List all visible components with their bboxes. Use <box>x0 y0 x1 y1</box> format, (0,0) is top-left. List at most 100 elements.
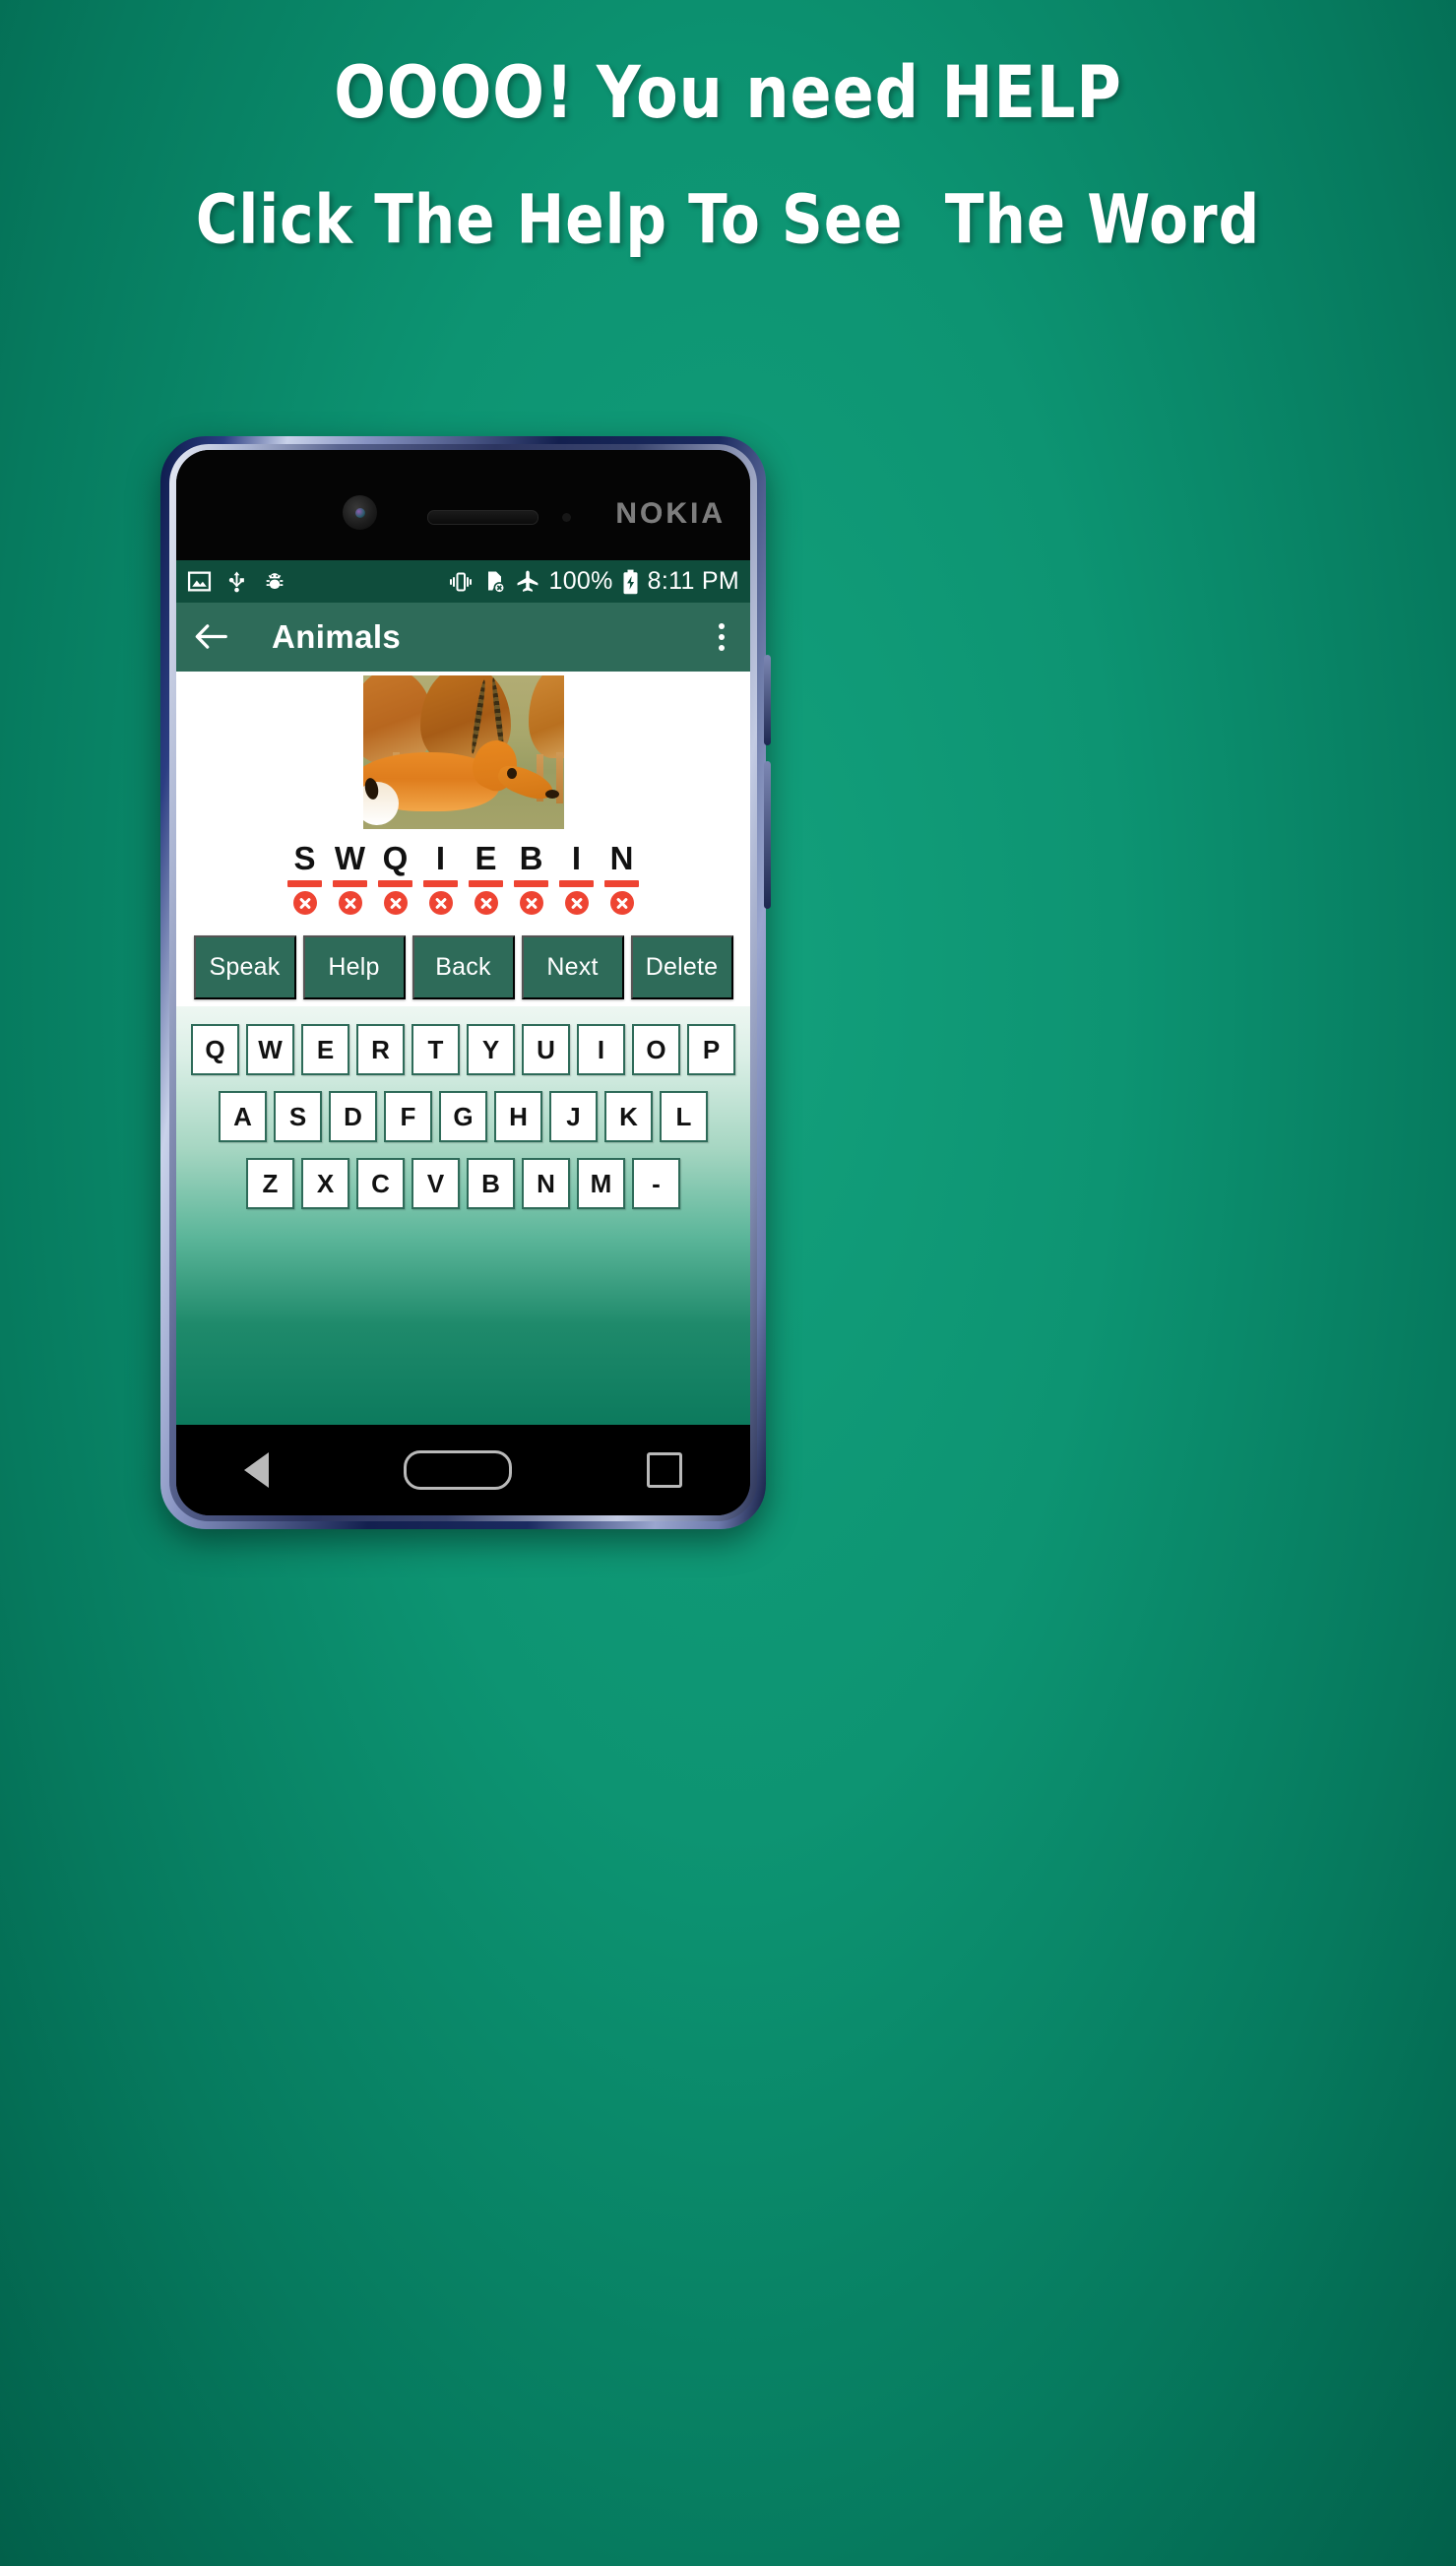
keyboard-row-1: Q W E R T Y U I O P <box>176 1024 750 1075</box>
phone-power-button <box>764 761 771 909</box>
key-u[interactable]: U <box>522 1024 570 1075</box>
overflow-dot <box>719 645 725 651</box>
key-j[interactable]: J <box>549 1091 598 1142</box>
key-n[interactable]: N <box>522 1158 570 1209</box>
vibrate-icon <box>448 570 474 594</box>
letter-character: N <box>609 840 634 876</box>
key-w[interactable]: W <box>246 1024 294 1075</box>
phone-screen: 100% 8:11 PM Animals S W Q I E B I N Spe… <box>176 560 750 1425</box>
word-letters-row: S W Q I E B I N <box>176 841 750 915</box>
key-h[interactable]: H <box>494 1091 542 1142</box>
letter-slot[interactable]: E <box>464 841 509 915</box>
earpiece-speaker <box>427 510 538 525</box>
nav-back-icon[interactable] <box>243 1452 269 1488</box>
delete-button[interactable]: Delete <box>630 935 733 999</box>
letter-character: S <box>293 840 316 876</box>
airplane-mode-icon <box>515 569 540 594</box>
android-status-bar: 100% 8:11 PM <box>176 560 750 603</box>
key-l[interactable]: L <box>660 1091 708 1142</box>
more-vertical-icon[interactable] <box>709 617 734 657</box>
clock-label: 8:11 PM <box>647 567 739 595</box>
wrong-mark-icon <box>428 891 453 915</box>
key-m[interactable]: M <box>577 1158 625 1209</box>
letter-underline <box>469 880 503 887</box>
wrong-mark-icon <box>292 891 317 915</box>
wrong-mark-icon <box>564 891 589 915</box>
letter-underline <box>559 880 594 887</box>
antelope-eye <box>506 768 517 779</box>
key-y[interactable]: Y <box>467 1024 515 1075</box>
status-bar-right-icons: 100% 8:11 PM <box>448 567 740 596</box>
key-r[interactable]: R <box>356 1024 405 1075</box>
antelope-nose <box>544 790 559 799</box>
key-i[interactable]: I <box>577 1024 625 1075</box>
key-o[interactable]: O <box>632 1024 680 1075</box>
keyboard-row-2: A S D F G H J K L <box>176 1091 750 1142</box>
usb-icon <box>225 569 248 594</box>
key-c[interactable]: C <box>356 1158 405 1209</box>
wrong-mark-icon <box>474 891 498 915</box>
proximity-sensor-icon <box>562 513 571 522</box>
key-q[interactable]: Q <box>191 1024 239 1075</box>
front-camera-icon <box>343 495 377 530</box>
key-t[interactable]: T <box>411 1024 460 1075</box>
phone-top-bezel: NOKIA <box>176 450 750 560</box>
key-b[interactable]: B <box>467 1158 515 1209</box>
letter-underline <box>423 880 458 887</box>
key-x[interactable]: X <box>301 1158 349 1209</box>
keyboard-row-3: Z X C V B N M - <box>176 1158 750 1209</box>
wrong-mark-icon <box>383 891 408 915</box>
letter-keyboard: Q W E R T Y U I O P A S D F G H J K L Z … <box>176 1006 750 1425</box>
letter-slot[interactable]: I <box>554 841 600 915</box>
wrong-mark-icon <box>519 891 543 915</box>
phone-volume-button <box>764 655 771 745</box>
key-s[interactable]: S <box>274 1091 322 1142</box>
wrong-mark-icon <box>338 891 362 915</box>
key-e[interactable]: E <box>301 1024 349 1075</box>
help-button[interactable]: Help <box>302 935 406 999</box>
nav-recents-icon[interactable] <box>647 1452 683 1488</box>
animal-image <box>362 675 564 829</box>
letter-slot[interactable]: B <box>509 841 554 915</box>
promo-line-2: Click The Help To See The Word <box>195 179 1261 260</box>
key-k[interactable]: K <box>604 1091 653 1142</box>
letter-character: Q <box>382 840 409 876</box>
key-d[interactable]: D <box>329 1091 377 1142</box>
no-sim-icon <box>482 569 506 594</box>
promo-header: OOOO! You need HELP Click The Help To Se… <box>0 50 1456 259</box>
key-z[interactable]: Z <box>246 1158 294 1209</box>
key-hyphen[interactable]: - <box>632 1158 680 1209</box>
battery-charging-icon <box>622 569 639 595</box>
letter-character: I <box>435 840 446 876</box>
battery-percent-label: 100% <box>548 567 613 595</box>
android-bug-icon <box>262 569 287 594</box>
letter-underline <box>333 880 367 887</box>
key-f[interactable]: F <box>384 1091 432 1142</box>
letter-slot[interactable]: W <box>328 841 373 915</box>
overflow-dot <box>719 634 725 640</box>
letter-slot[interactable]: N <box>600 841 645 915</box>
background-antelope-3 <box>528 675 564 758</box>
phone-mockup: NOKIA 100% 8:11 PM Animals S W Q I E B I… <box>160 436 771 1529</box>
action-buttons-row: Speak Help Back Next Delete <box>176 935 750 999</box>
nav-home-icon[interactable] <box>403 1450 512 1490</box>
promo-line-1: OOOO! You need HELP <box>334 49 1122 135</box>
letter-character: I <box>571 840 582 876</box>
arrow-left-icon[interactable] <box>192 621 229 653</box>
letter-underline <box>287 880 322 887</box>
quiz-content: S W Q I E B I N Speak Help Back Next Del… <box>176 672 750 1425</box>
status-bar-left-icons <box>187 569 287 594</box>
brand-logo: NOKIA <box>615 497 726 530</box>
page-title: Animals <box>272 618 402 655</box>
back-button[interactable]: Back <box>411 935 515 999</box>
letter-slot[interactable]: Q <box>373 841 418 915</box>
letter-slot[interactable]: S <box>283 841 328 915</box>
letter-underline <box>514 880 548 887</box>
next-button[interactable]: Next <box>521 935 624 999</box>
key-v[interactable]: V <box>411 1158 460 1209</box>
key-p[interactable]: P <box>687 1024 735 1075</box>
key-g[interactable]: G <box>439 1091 487 1142</box>
key-a[interactable]: A <box>219 1091 267 1142</box>
speak-button[interactable]: Speak <box>193 935 296 999</box>
letter-slot[interactable]: I <box>418 841 464 915</box>
